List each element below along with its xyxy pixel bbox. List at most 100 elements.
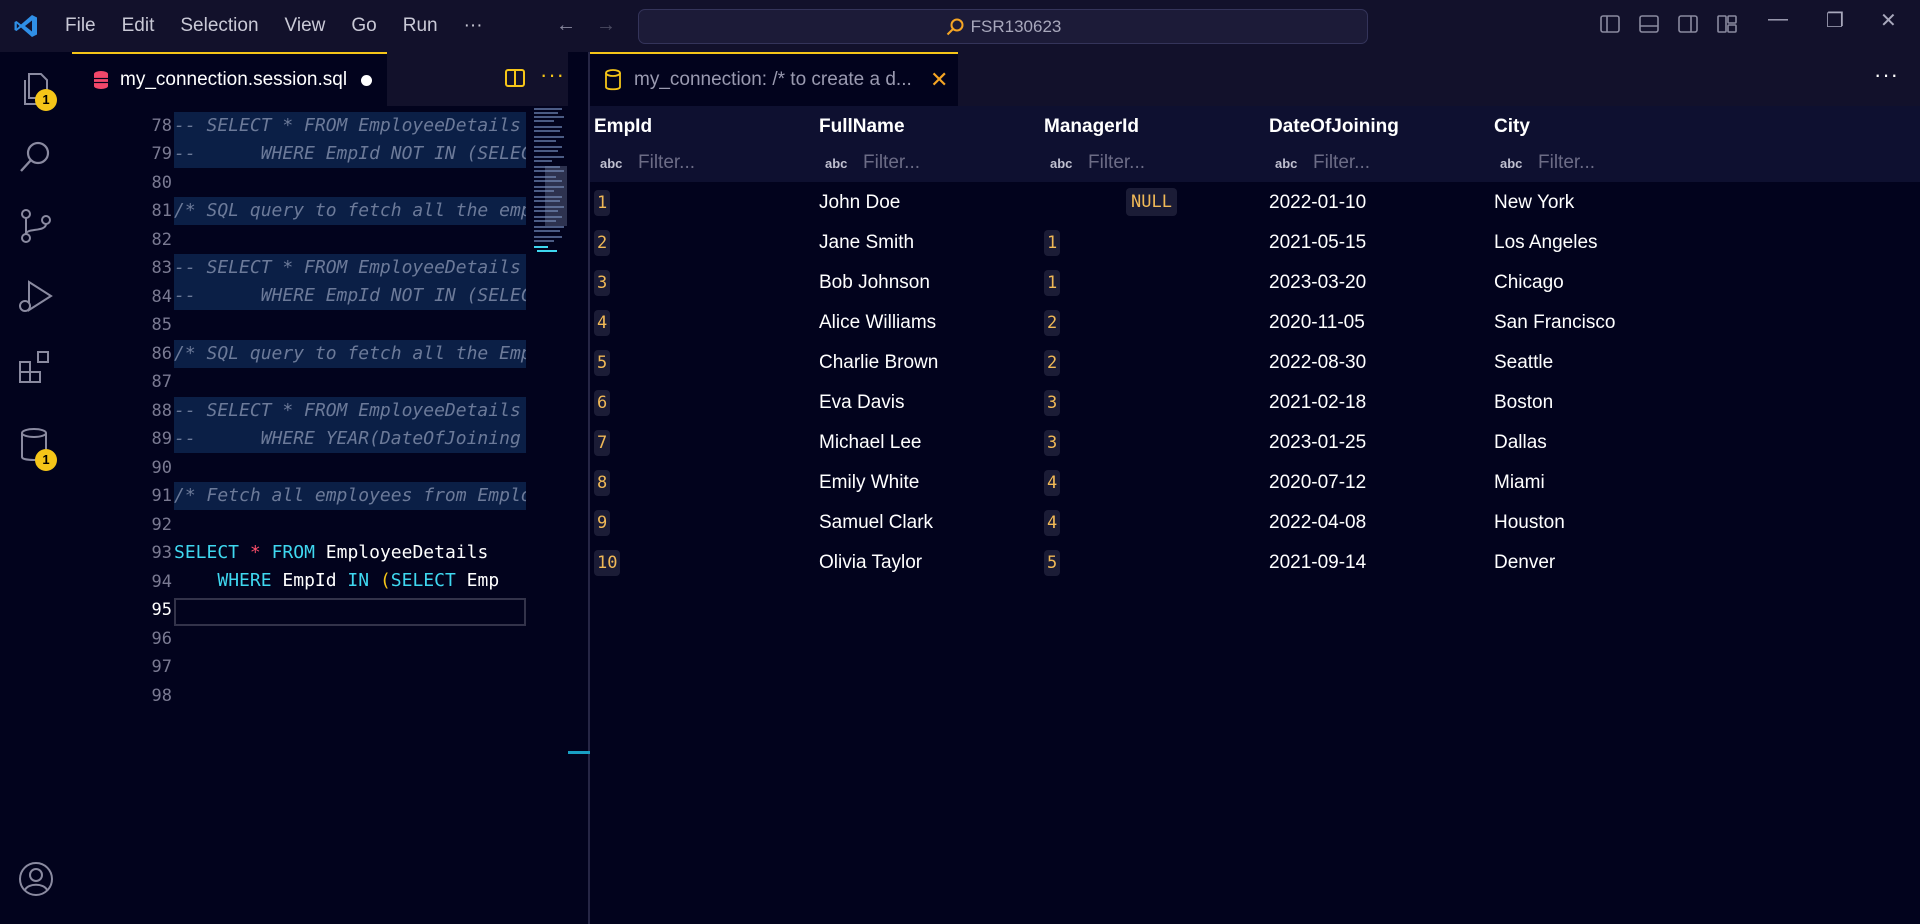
cell-fullname[interactable]: Samuel Clark — [819, 512, 933, 534]
cell-empid[interactable]: 5 — [594, 350, 611, 376]
cell-dateofjoining[interactable]: 2022-04-08 — [1269, 512, 1366, 534]
sql-identifier: EmpId — [282, 570, 337, 591]
menu-file[interactable]: File — [52, 0, 109, 52]
toggle-panel-icon[interactable] — [1637, 12, 1664, 39]
search-view-icon[interactable] — [17, 138, 55, 176]
command-center-search[interactable]: FSR130623 — [638, 9, 1368, 44]
extensions-icon[interactable] — [17, 348, 55, 386]
menu-view[interactable]: View — [272, 0, 339, 52]
minimap[interactable] — [531, 106, 569, 306]
cell-fullname[interactable]: Jane Smith — [819, 232, 914, 254]
cell-empid[interactable]: 2 — [594, 230, 611, 256]
cell-managerid[interactable]: 5 — [1044, 550, 1061, 576]
toggle-secondary-sidebar-icon[interactable] — [1676, 12, 1703, 39]
cell-fullname[interactable]: Alice Williams — [819, 312, 936, 334]
cell-empid[interactable]: 1 — [594, 190, 611, 216]
menu-edit[interactable]: Edit — [109, 0, 168, 52]
cell-empid[interactable]: 9 — [594, 510, 611, 536]
cell-empid[interactable]: 10 — [594, 550, 621, 576]
run-debug-icon[interactable] — [17, 278, 55, 316]
line-number-current: 95 — [151, 600, 172, 620]
cell-fullname[interactable]: Charlie Brown — [819, 352, 938, 374]
cell-dateofjoining[interactable]: 2023-01-25 — [1269, 432, 1366, 454]
cell-empid[interactable]: 3 — [594, 270, 611, 296]
column-header-fullname[interactable]: FullName — [819, 116, 905, 138]
cell-city[interactable]: Houston — [1494, 512, 1565, 534]
source-control-icon[interactable] — [17, 207, 55, 245]
cell-managerid-null[interactable]: NULL — [1126, 188, 1177, 216]
cell-managerid[interactable]: 1 — [1044, 270, 1061, 296]
cell-fullname[interactable]: Eva Davis — [819, 392, 905, 414]
cell-dateofjoining[interactable]: 2023-03-20 — [1269, 272, 1366, 294]
cell-fullname[interactable]: Emily White — [819, 472, 919, 494]
cell-fullname[interactable]: John Doe — [819, 192, 900, 214]
editor-more-actions-icon[interactable]: ··· — [540, 62, 565, 88]
cell-empid[interactable]: 7 — [594, 430, 611, 456]
code-line-comment: -- SELECT * FROM EmployeeDetails — [174, 112, 526, 140]
filter-input-city[interactable]: abc Filter... — [1500, 152, 1595, 174]
cell-dateofjoining[interactable]: 2021-02-18 — [1269, 392, 1366, 414]
cell-managerid[interactable]: 3 — [1044, 390, 1061, 416]
cell-dateofjoining[interactable]: 2020-11-05 — [1269, 312, 1365, 334]
customize-layout-icon[interactable] — [1715, 12, 1742, 39]
code-editor[interactable]: 78 79 80 81 82 83 84 85 86 87 88 89 90 9… — [72, 106, 568, 924]
cell-fullname[interactable]: Bob Johnson — [819, 272, 930, 294]
filter-input-fullname[interactable]: abc Filter... — [825, 152, 920, 174]
forward-arrow-icon[interactable]: → — [596, 14, 616, 37]
column-header-empid[interactable]: EmpId — [594, 116, 652, 138]
toggle-primary-sidebar-icon[interactable] — [1598, 12, 1625, 39]
cell-managerid[interactable]: 1 — [1044, 230, 1061, 256]
column-header-dateofjoining[interactable]: DateOfJoining — [1269, 116, 1399, 138]
filter-input-dateofjoining[interactable]: abc Filter... — [1275, 152, 1370, 174]
title-bar: File Edit Selection View Go Run ··· ← → … — [0, 0, 1920, 52]
tab-session-sql[interactable]: my_connection.session.sql — [72, 52, 387, 106]
menu-more[interactable]: ··· — [451, 0, 496, 52]
cell-managerid[interactable]: 4 — [1044, 470, 1061, 496]
cell-city[interactable]: San Francisco — [1494, 312, 1615, 334]
menu-run[interactable]: Run — [390, 0, 451, 52]
menu-selection[interactable]: Selection — [167, 0, 271, 52]
cell-dateofjoining[interactable]: 2020-07-12 — [1269, 472, 1366, 494]
close-tab-icon[interactable]: ✕ — [930, 67, 948, 93]
tab-query-results[interactable]: my_connection: /* to create a d... ✕ — [590, 52, 958, 106]
cell-managerid[interactable]: 3 — [1044, 430, 1061, 456]
split-editor-icon[interactable] — [503, 66, 527, 95]
cell-empid[interactable]: 6 — [594, 390, 611, 416]
cell-managerid[interactable]: 2 — [1044, 350, 1061, 376]
cell-dateofjoining[interactable]: 2022-08-30 — [1269, 352, 1366, 374]
cell-managerid[interactable]: 2 — [1044, 310, 1061, 336]
unsaved-dot-icon[interactable] — [361, 74, 373, 86]
cell-dateofjoining[interactable]: 2021-09-14 — [1269, 552, 1366, 574]
filter-input-empid[interactable]: abc Filter... — [600, 152, 695, 174]
cell-city[interactable]: Dallas — [1494, 432, 1547, 454]
cell-empid[interactable]: 4 — [594, 310, 611, 336]
cell-managerid[interactable]: 4 — [1044, 510, 1061, 536]
editor-scrollbar[interactable] — [568, 52, 590, 924]
minimize-icon[interactable]: — — [1768, 8, 1788, 31]
filter-input-managerid[interactable]: abc Filter... — [1050, 152, 1145, 174]
cell-fullname[interactable]: Michael Lee — [819, 432, 921, 454]
menu-go[interactable]: Go — [338, 0, 389, 52]
cell-dateofjoining[interactable]: 2021-05-15 — [1269, 232, 1366, 254]
cell-city[interactable]: Los Angeles — [1494, 232, 1598, 254]
cell-dateofjoining[interactable]: 2022-01-10 — [1269, 192, 1366, 214]
results-more-actions-icon[interactable]: ··· — [1874, 62, 1899, 88]
cell-city[interactable]: Denver — [1494, 552, 1555, 574]
cell-city[interactable]: Chicago — [1494, 272, 1564, 294]
line-number: 90 — [151, 458, 172, 478]
close-window-icon[interactable]: ✕ — [1880, 8, 1897, 33]
cell-fullname[interactable]: Olivia Taylor — [819, 552, 922, 574]
restore-icon[interactable]: ❐ — [1826, 8, 1844, 33]
column-header-managerid[interactable]: ManagerId — [1044, 116, 1139, 138]
cell-city[interactable]: New York — [1494, 192, 1574, 214]
accounts-icon[interactable] — [17, 860, 55, 898]
cell-city[interactable]: Miami — [1494, 472, 1545, 494]
code-line-comment: /* SQL query to fetch all the Emp — [174, 340, 526, 368]
column-header-city[interactable]: City — [1494, 116, 1530, 138]
cell-empid[interactable]: 8 — [594, 470, 611, 496]
back-arrow-icon[interactable]: ← — [556, 14, 576, 37]
cell-city[interactable]: Seattle — [1494, 352, 1553, 374]
filter-type-icon: abc — [1275, 155, 1298, 171]
filter-placeholder: Filter... — [1088, 152, 1146, 173]
cell-city[interactable]: Boston — [1494, 392, 1553, 414]
